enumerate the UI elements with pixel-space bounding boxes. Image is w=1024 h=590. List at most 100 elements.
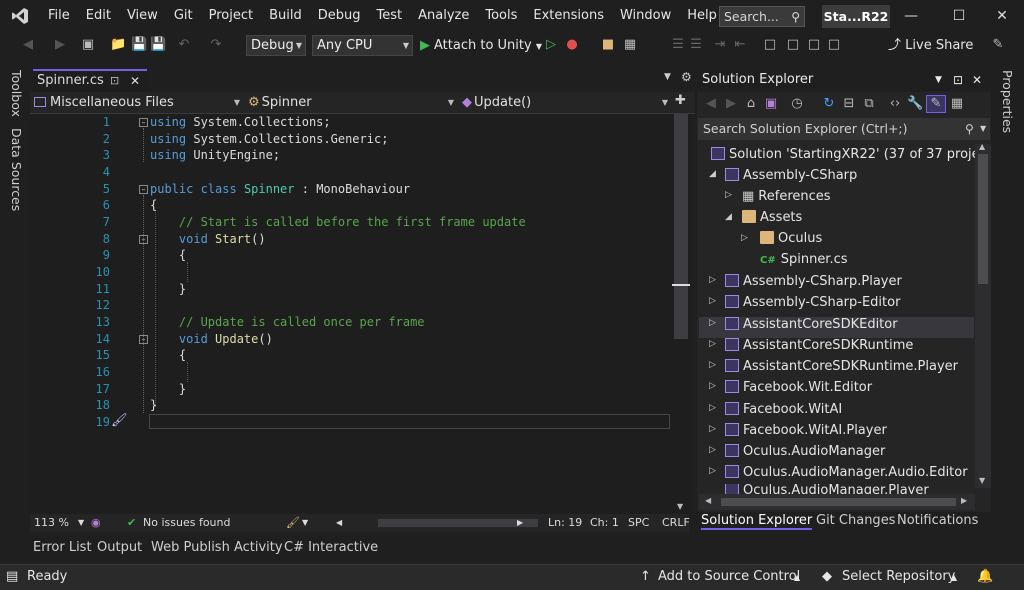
- collapse-toggle-icon[interactable]: –: [139, 118, 148, 127]
- solution-explorer-horizontal-scrollbar[interactable]: ◀ ▶: [699, 494, 975, 510]
- collapsed-arrow-icon[interactable]: ▷: [709, 445, 716, 455]
- tab-output[interactable]: Output: [97, 540, 142, 555]
- tab-web-publish-activity[interactable]: Web Publish Activity: [151, 540, 283, 555]
- chevron-down-icon[interactable]: ▼: [980, 118, 986, 140]
- attach-to-unity-button[interactable]: ▶ Attach to Unity ▼: [420, 35, 542, 56]
- issues-status[interactable]: No issues found: [143, 516, 230, 529]
- intellicode-icon[interactable]: ◉: [91, 516, 101, 529]
- forward-icon[interactable]: ▶: [723, 96, 739, 112]
- back-icon[interactable]: ◀: [20, 37, 36, 53]
- undo-icon[interactable]: ↶: [176, 37, 192, 53]
- code-editor[interactable]: [30, 114, 689, 514]
- menu-debug[interactable]: Debug: [310, 0, 369, 32]
- folder-node-assets[interactable]: Assets: [742, 207, 802, 228]
- chevron-down-icon[interactable]: ▼: [78, 518, 84, 527]
- project-node[interactable]: Oculus.AudioManager.Audio.Editor: [725, 462, 968, 483]
- quick-actions-brush-icon[interactable]: 🖌: [111, 413, 128, 428]
- whitespace-indicator[interactable]: SPC: [628, 516, 649, 529]
- minimize-icon[interactable]: —: [888, 0, 934, 32]
- collapsed-arrow-icon[interactable]: ▷: [725, 190, 732, 200]
- menu-window[interactable]: Window: [612, 0, 679, 32]
- collapsed-arrow-icon[interactable]: ▷: [709, 339, 716, 349]
- uncomment-icon[interactable]: ☰: [688, 37, 704, 53]
- tab-solution-explorer[interactable]: Solution Explorer: [701, 513, 813, 530]
- collapse-toggle-icon[interactable]: –: [139, 185, 148, 194]
- project-node[interactable]: Facebook.WitAI: [725, 399, 842, 420]
- collapse-all-icon[interactable]: ⊟: [841, 96, 857, 112]
- bookmark-icon[interactable]: □: [762, 37, 778, 53]
- menu-test[interactable]: Test: [369, 0, 411, 32]
- search-icon[interactable]: ⚲: [965, 118, 974, 140]
- class-dropdown[interactable]: ⚙ Spinner ▼: [248, 94, 456, 112]
- redo-icon[interactable]: ↷: [208, 37, 224, 53]
- scrollbar-thumb[interactable]: [674, 114, 688, 339]
- forward-icon[interactable]: ▶: [52, 37, 68, 53]
- project-dropdown[interactable]: Miscellaneous Files ▼: [34, 94, 242, 112]
- project-node[interactable]: Assembly-CSharp-Editor: [725, 292, 900, 313]
- collapsed-arrow-icon[interactable]: ▷: [709, 403, 716, 413]
- chevron-down-icon[interactable]: ▼: [302, 518, 308, 527]
- bookmark-prev-icon[interactable]: □: [785, 37, 801, 53]
- menu-extensions[interactable]: Extensions: [525, 0, 612, 32]
- toolbar-icon[interactable]: ▦: [622, 37, 638, 53]
- comment-icon[interactable]: ☰: [670, 37, 686, 53]
- line-ending-indicator[interactable]: CRLF: [662, 516, 690, 529]
- bookmark-next-icon[interactable]: □: [806, 37, 822, 53]
- project-node[interactable]: Facebook.Wit.Editor: [725, 377, 872, 398]
- references-node[interactable]: ▦ References: [742, 186, 831, 207]
- project-node[interactable]: AssistantCoreSDKRuntime: [725, 335, 913, 356]
- maximize-icon[interactable]: ☐: [936, 0, 982, 32]
- project-node[interactable]: Assembly-CSharp: [725, 165, 857, 186]
- menu-edit[interactable]: Edit: [78, 0, 119, 32]
- folder-node-oculus[interactable]: Oculus: [760, 228, 822, 249]
- view-code-icon[interactable]: ‹›: [887, 96, 903, 112]
- scroll-up-icon[interactable]: ▲: [979, 142, 985, 151]
- collapsed-arrow-icon[interactable]: ▷: [709, 424, 716, 434]
- menu-tools[interactable]: Tools: [477, 0, 525, 32]
- folder-icon[interactable]: ■: [600, 37, 616, 53]
- settings-gear-icon[interactable]: ⚙: [681, 70, 692, 84]
- scroll-right-icon[interactable]: ▶: [961, 496, 967, 505]
- toolbox-tab[interactable]: Toolbox: [9, 70, 24, 117]
- tab-list-icon[interactable]: ▼: [664, 72, 671, 82]
- hot-reload-icon[interactable]: ●: [564, 37, 580, 53]
- pending-changes-icon[interactable]: ◷: [789, 96, 805, 112]
- solution-node[interactable]: Solution 'StartingXR22' (37 of 37 projec…: [711, 144, 999, 165]
- collapsed-arrow-icon[interactable]: ▷: [709, 296, 716, 306]
- expanded-arrow-icon[interactable]: ◢: [725, 212, 732, 222]
- project-node[interactable]: Oculus.AudioManager: [725, 441, 885, 462]
- member-dropdown[interactable]: ◆ Update() ▼: [462, 94, 670, 112]
- scroll-left-icon[interactable]: ◀: [336, 518, 342, 527]
- pin-icon[interactable]: ⊡: [110, 71, 119, 91]
- menu-view[interactable]: View: [119, 0, 166, 32]
- line-indicator[interactable]: Ln: 19: [548, 516, 582, 529]
- editor-vertical-scrollbar[interactable]: ▼: [672, 114, 690, 514]
- project-node[interactable]: Facebook.WitAI.Player: [725, 420, 887, 441]
- expanded-arrow-icon[interactable]: ◢: [709, 169, 716, 179]
- zoom-level[interactable]: 113 %: [34, 516, 69, 529]
- close-icon[interactable]: ✕: [979, 0, 1024, 32]
- pin-icon[interactable]: ⊡: [953, 68, 963, 92]
- column-indicator[interactable]: Ch: 1: [590, 516, 619, 529]
- solution-explorer-vertical-scrollbar[interactable]: ▲ ▼: [975, 142, 991, 488]
- configuration-dropdown[interactable]: Debug ▼: [246, 35, 306, 56]
- chevron-up-icon[interactable]: ▲: [951, 573, 957, 582]
- scroll-left-icon[interactable]: ◀: [705, 496, 711, 505]
- collapsed-arrow-icon[interactable]: ▷: [709, 275, 716, 285]
- preview-selected-icon[interactable]: ✎: [926, 95, 946, 113]
- tab-csharp-interactive[interactable]: C# Interactive: [284, 540, 378, 555]
- project-node[interactable]: AssistantCoreSDKEditor: [725, 314, 898, 335]
- platform-dropdown[interactable]: Any CPU ▼: [312, 35, 413, 56]
- notifications-bell-icon[interactable]: 🔔: [977, 569, 993, 584]
- collapsed-arrow-icon[interactable]: ▷: [709, 360, 716, 370]
- menu-file[interactable]: File: [40, 0, 78, 32]
- scroll-down-icon[interactable]: ▼: [677, 502, 683, 511]
- save-icon[interactable]: 💾: [131, 37, 147, 53]
- collapsed-arrow-icon[interactable]: ▷: [741, 233, 748, 243]
- feedback-icon[interactable]: ✎: [990, 37, 1006, 53]
- collapsed-arrow-icon[interactable]: ▷: [709, 381, 716, 391]
- scroll-right-icon[interactable]: ▶: [517, 518, 523, 527]
- data-sources-tab[interactable]: Data Sources: [9, 128, 24, 211]
- collapsed-arrow-icon[interactable]: ▷: [709, 318, 716, 328]
- properties-tab[interactable]: Properties: [1000, 70, 1015, 133]
